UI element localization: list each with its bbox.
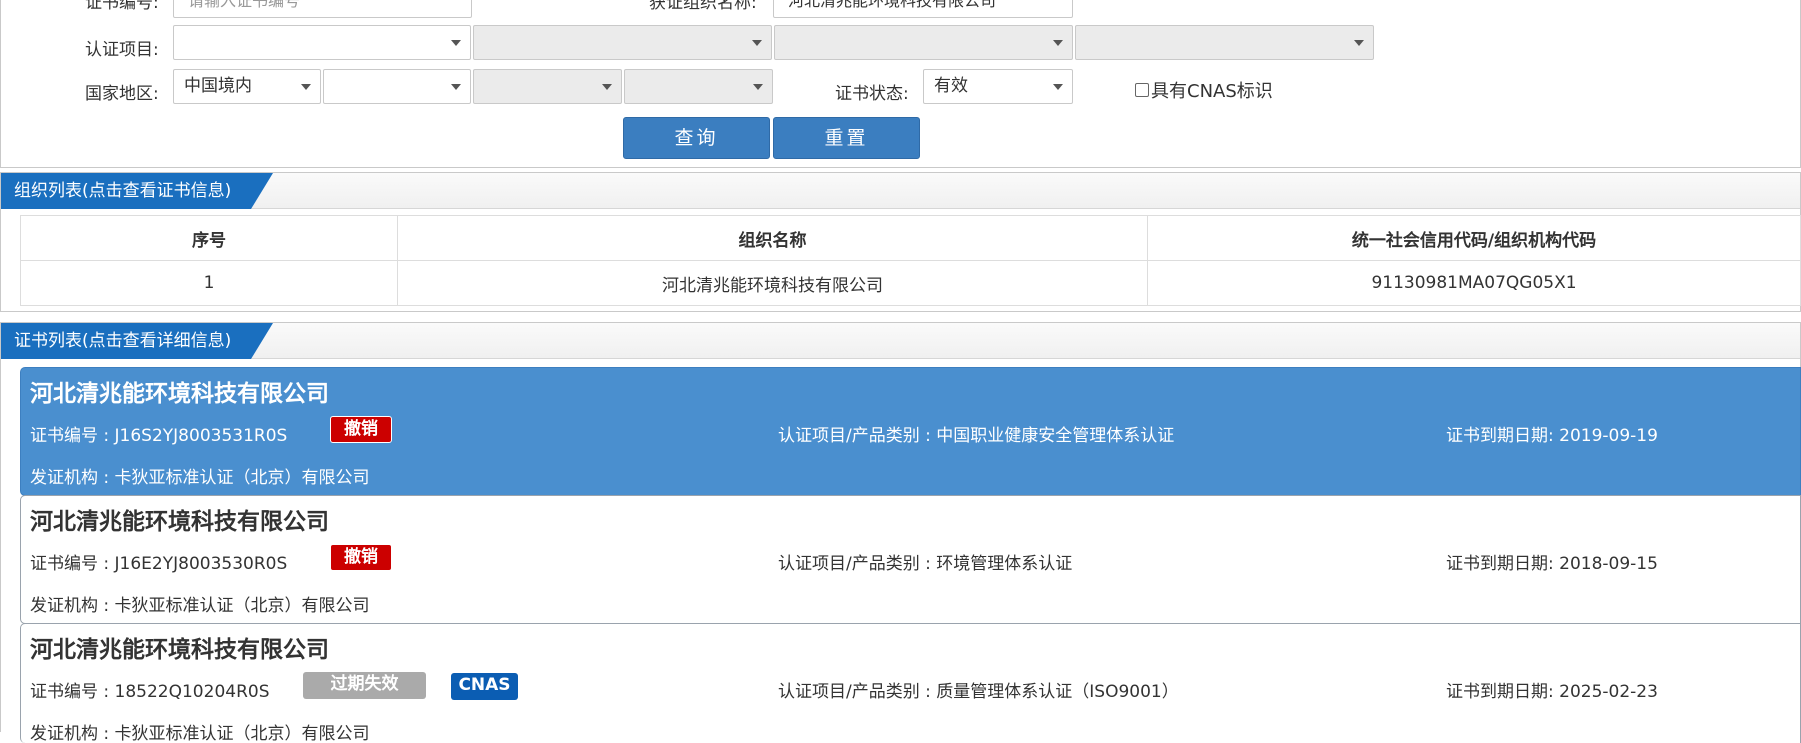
region-select-4[interactable] — [624, 69, 773, 104]
cert-list-header: 证书列表(点击查看详细信息) — [1, 323, 1800, 359]
cert-list-title: 证书列表(点击查看详细信息) — [1, 323, 273, 359]
status-select-value: 有效 — [934, 76, 968, 96]
org-table: 序号 组织名称 统一社会信用代码/组织机构代码 1 河北清兆能环境科技有限公司 … — [20, 215, 1801, 306]
region-select-1-value: 中国境内 — [184, 76, 252, 96]
project-select-1[interactable] — [173, 25, 471, 60]
cert-list-item[interactable]: 河北清兆能环境科技有限公司 证书编号 : 18522Q10204R0S 过期失效… — [20, 623, 1801, 743]
org-table-header-row: 序号 组织名称 统一社会信用代码/组织机构代码 — [20, 215, 1801, 261]
org-col-index: 序号 — [20, 215, 398, 261]
chevron-down-icon — [451, 40, 461, 46]
org-list-header: 组织列表(点击查看证书信息) — [1, 173, 1800, 209]
org-col-code: 统一社会信用代码/组织机构代码 — [1147, 215, 1801, 261]
status-badge-revoked: 撤销 — [330, 416, 392, 443]
chevron-down-icon — [1354, 40, 1364, 46]
cert-org-name: 河北清兆能环境科技有限公司 — [30, 637, 329, 663]
table-row[interactable]: 1 河北清兆能环境科技有限公司 91130981MA07QG05X1 — [20, 260, 1801, 306]
region-label: 国家地区: — [85, 84, 159, 104]
cert-expiry: 证书到期日期: 2018-09-15 — [1446, 554, 1658, 574]
region-select-1[interactable]: 中国境内 — [173, 69, 321, 104]
search-form-panel: 证书编号: 请输入证书编号 获证组织名称: 河北清兆能环境科技有限公司 认证项目… — [0, 0, 1801, 168]
cert-issuer: 发证机构 : 卡狄亚标准认证（北京）有限公司 — [30, 468, 370, 488]
org-row-code: 91130981MA07QG05X1 — [1147, 260, 1801, 306]
project-select-4[interactable] — [1075, 25, 1374, 60]
chevron-down-icon — [451, 84, 461, 90]
cert-number: 证书编号 : 18522Q10204R0S — [30, 682, 270, 702]
status-badge-revoked: 撤销 — [330, 544, 392, 571]
status-badge-expired: 过期失效 — [303, 672, 426, 699]
chevron-down-icon — [301, 84, 311, 90]
chevron-down-icon — [1053, 84, 1063, 90]
cert-org-name: 河北清兆能环境科技有限公司 — [30, 381, 329, 407]
cert-no-input[interactable]: 请输入证书编号 — [173, 0, 472, 18]
cert-number: 证书编号 : J16E2YJ8003530R0S — [30, 554, 288, 574]
org-row-name[interactable]: 河北清兆能环境科技有限公司 — [397, 260, 1148, 306]
cert-project: 认证项目/产品类别 : 环境管理体系认证 — [778, 554, 1073, 574]
cert-org-name: 河北清兆能环境科技有限公司 — [30, 509, 329, 535]
cnas-checkbox-label: 具有CNAS标识 — [1151, 81, 1273, 102]
project-label: 认证项目: — [85, 40, 159, 60]
org-col-name: 组织名称 — [397, 215, 1148, 261]
project-select-2[interactable] — [473, 25, 772, 60]
cert-project: 认证项目/产品类别 : 质量管理体系认证（ISO9001） — [778, 682, 1179, 702]
query-button[interactable]: 查询 — [623, 117, 770, 159]
chevron-down-icon — [602, 84, 612, 90]
chevron-down-icon — [1053, 40, 1063, 46]
project-select-3[interactable] — [774, 25, 1073, 60]
checkbox-icon[interactable] — [1135, 83, 1149, 97]
status-label: 证书状态: — [835, 84, 909, 104]
chevron-down-icon — [753, 84, 763, 90]
reset-button[interactable]: 重置 — [773, 117, 920, 159]
cert-issuer: 发证机构 : 卡狄亚标准认证（北京）有限公司 — [30, 724, 370, 743]
status-select[interactable]: 有效 — [923, 69, 1073, 104]
cert-expiry: 证书到期日期: 2025-02-23 — [1446, 682, 1658, 702]
chevron-down-icon — [752, 40, 762, 46]
cert-project: 认证项目/产品类别 : 中国职业健康安全管理体系认证 — [778, 426, 1175, 446]
org-list-title: 组织列表(点击查看证书信息) — [1, 173, 273, 209]
region-select-3[interactable] — [473, 69, 622, 104]
org-name-input[interactable]: 河北清兆能环境科技有限公司 — [773, 0, 1073, 18]
cert-issuer: 发证机构 : 卡狄亚标准认证（北京）有限公司 — [30, 596, 370, 616]
cnas-checkbox[interactable]: 具有CNAS标识 — [1135, 77, 1273, 103]
org-row-index: 1 — [20, 260, 398, 306]
cnas-badge: CNAS — [451, 673, 518, 700]
cert-expiry: 证书到期日期: 2019-09-19 — [1446, 426, 1658, 446]
cert-list-item[interactable]: 河北清兆能环境科技有限公司 证书编号 : J16S2YJ8003531R0S 撤… — [20, 367, 1801, 496]
cert-list-item[interactable]: 河北清兆能环境科技有限公司 证书编号 : J16E2YJ8003530R0S 撤… — [20, 495, 1801, 624]
org-name-label: 获证组织名称: — [649, 0, 757, 13]
region-select-2[interactable] — [323, 69, 471, 104]
cert-no-label: 证书编号: — [85, 0, 159, 13]
cert-number: 证书编号 : J16S2YJ8003531R0S — [30, 426, 288, 446]
